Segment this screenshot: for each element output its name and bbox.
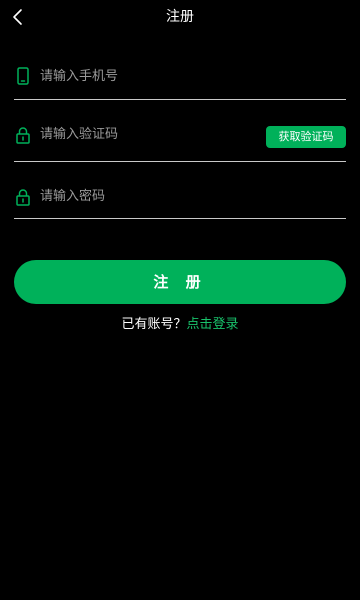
phone-input[interactable] bbox=[40, 66, 330, 86]
code-input[interactable] bbox=[40, 124, 240, 144]
login-prompt: 已有账号？点击登录 bbox=[0, 316, 360, 334]
password-input[interactable] bbox=[40, 186, 330, 206]
get-code-button[interactable]: 获取验证码 bbox=[266, 126, 346, 148]
password-field bbox=[14, 184, 346, 219]
register-button[interactable]: 注 册 bbox=[14, 260, 346, 304]
login-link[interactable]: 点击登录 bbox=[187, 317, 239, 332]
page-title: 注册 bbox=[166, 9, 194, 25]
header-bar: 注册 bbox=[0, 0, 360, 36]
code-field: 获取验证码 bbox=[14, 122, 346, 162]
login-prompt-text: 已有账号？ bbox=[121, 317, 187, 332]
phone-field bbox=[14, 62, 346, 100]
phone-icon bbox=[17, 67, 29, 85]
lock-icon bbox=[16, 189, 30, 206]
lock-icon bbox=[16, 127, 30, 144]
